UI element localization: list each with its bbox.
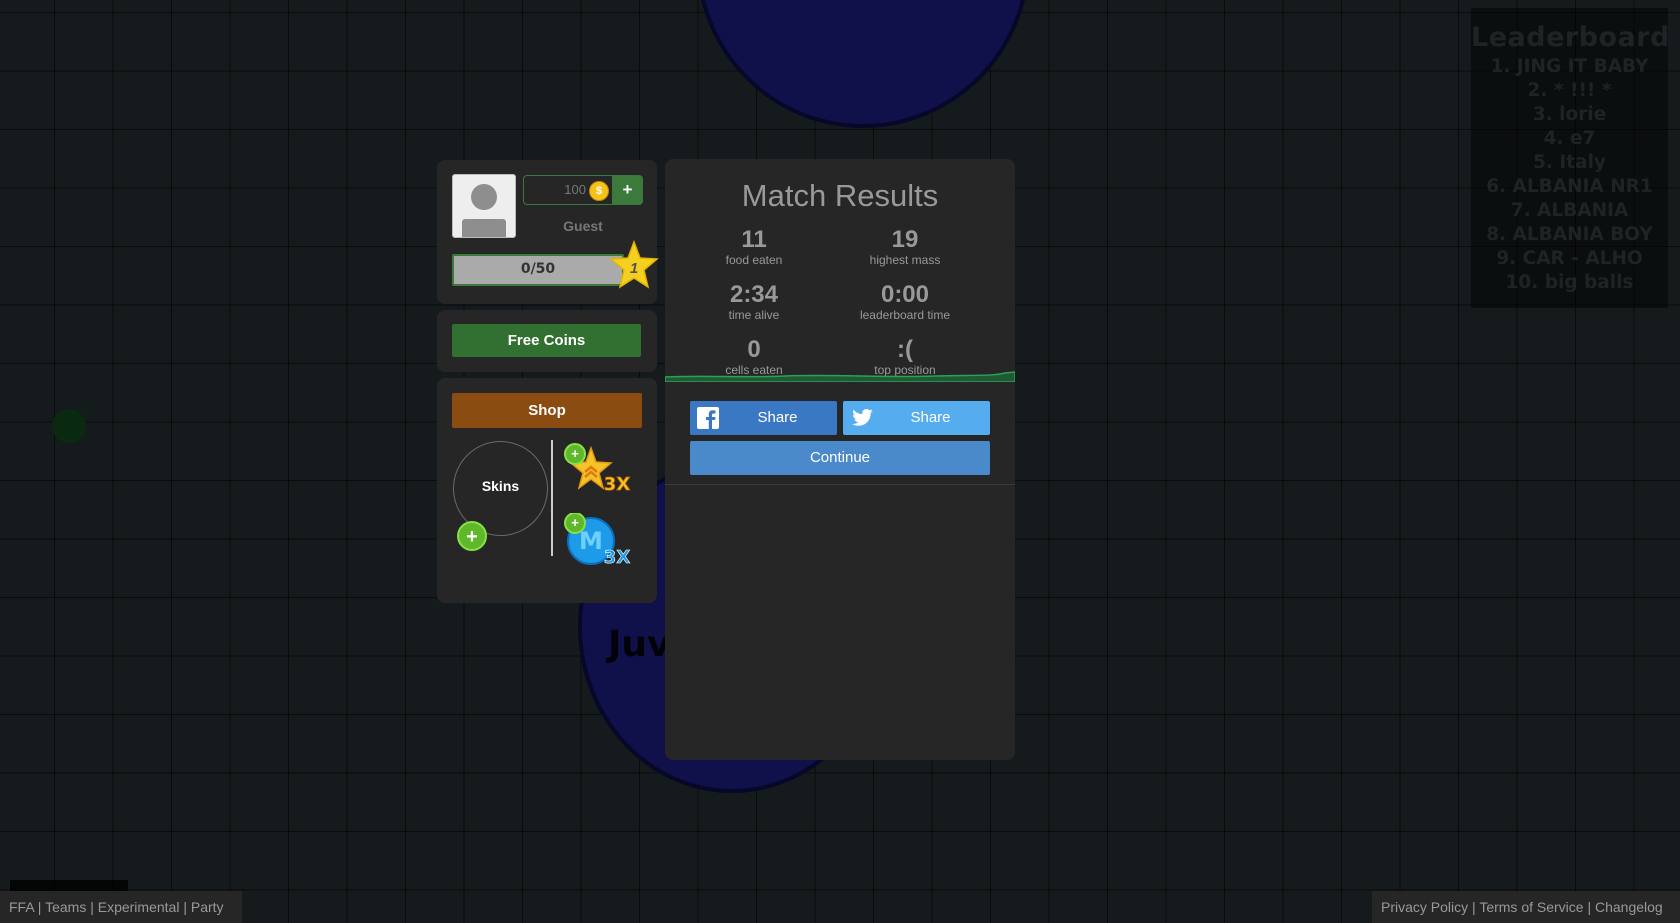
xp-boost-multiplier: 3X <box>604 474 631 495</box>
shop-panel: Shop Skins + + 3X M + 3X <box>437 378 657 603</box>
avatar[interactable] <box>452 174 516 238</box>
twitter-icon <box>852 409 873 426</box>
stat-value: 2:34 <box>729 281 779 308</box>
footer-separator: | <box>33 899 46 915</box>
leaderboard-entry: 1. JING IT BABY <box>1490 56 1649 77</box>
mass-boost-icon[interactable]: M + 3X <box>563 513 633 569</box>
leaderboard-entry: 7. ALBANIA <box>1510 200 1629 221</box>
leaderboard-entry: 10. big balls <box>1505 272 1634 293</box>
twitter-share-button[interactable]: Share <box>843 401 990 435</box>
link-ffa[interactable]: FFA <box>9 899 34 915</box>
coin-balance: 100 $ <box>523 175 613 205</box>
stat-highest-mass: 19 highest mass <box>830 226 980 268</box>
food-cell <box>52 409 86 443</box>
link-terms-of-service[interactable]: Terms of Service <box>1479 899 1583 915</box>
profile-panel: 100 $ + Guest 0/50 1 <box>437 160 659 304</box>
leaderboard-list: 1. JING IT BABY 2. * !!! * 3. lorie 4. e… <box>1471 55 1668 295</box>
player-name: Guest <box>563 218 603 234</box>
coin-icon: $ <box>589 181 609 201</box>
leaderboard-entry: 4. e7 <box>1543 128 1596 149</box>
leaderboard-entry: 8. ALBANIA BOY <box>1486 224 1653 245</box>
stat-food-eaten: 11 food eaten <box>679 226 829 268</box>
add-coins-button[interactable]: + <box>612 175 643 205</box>
footer-separator: | <box>1583 899 1595 915</box>
legal-links: Privacy Policy | Terms of Service | Chan… <box>1372 891 1680 923</box>
link-privacy-policy[interactable]: Privacy Policy <box>1381 899 1468 915</box>
facebook-icon <box>697 407 719 429</box>
add-skin-button[interactable]: + <box>457 521 487 551</box>
link-experimental[interactable]: Experimental <box>98 899 180 915</box>
xp-boost-icon[interactable]: + 3X <box>563 442 633 498</box>
twitter-share-label: Share <box>910 409 951 426</box>
svg-text:M: M <box>579 527 603 555</box>
game-mode-links: FFA | Teams | Experimental | Party <box>0 891 242 923</box>
match-results-title: Match Results <box>741 178 939 213</box>
footer-separator: | <box>179 899 191 915</box>
svg-text:+: + <box>571 446 579 461</box>
link-teams[interactable]: Teams <box>45 899 86 915</box>
enemy-cell-top <box>696 0 1030 128</box>
stat-value: :( <box>897 336 913 363</box>
continue-button[interactable]: Continue <box>690 441 990 475</box>
leaderboard-entry: 5. Italy <box>1533 152 1606 173</box>
facebook-share-button[interactable]: Share <box>690 401 837 435</box>
leaderboard: Leaderboard 1. JING IT BABY 2. * !!! * 3… <box>1471 8 1670 308</box>
coin-amount: 100 <box>564 182 586 197</box>
facebook-share-label: Share <box>757 409 798 426</box>
stat-label: time alive <box>728 308 780 322</box>
mass-history-graph <box>665 371 1015 382</box>
results-divider <box>665 484 1015 485</box>
free-coins-button[interactable]: Free Coins <box>452 324 641 357</box>
svg-text:+: + <box>571 515 579 530</box>
enemy-cell-name: Juv <box>608 624 671 665</box>
free-coins-panel: Free Coins <box>437 310 657 372</box>
shop-divider <box>551 440 553 556</box>
xp-progress-bar: 0/50 <box>452 254 624 286</box>
mass-boost-multiplier: 3X <box>604 547 631 568</box>
skins-label: Skins <box>481 478 520 494</box>
stat-label: leaderboard time <box>859 308 951 322</box>
xp-text: 0/50 <box>520 261 556 277</box>
stat-label: highest mass <box>869 253 941 267</box>
stat-value: 19 <box>891 226 919 253</box>
shop-button[interactable]: Shop <box>452 393 642 428</box>
stat-leaderboard-time: 0:00 leaderboard time <box>830 281 980 323</box>
leaderboard-entry: 3. lorie <box>1532 104 1607 125</box>
link-party[interactable]: Party <box>191 899 224 915</box>
avatar-body-shape <box>462 219 506 237</box>
stat-time-alive: 2:34 time alive <box>679 281 829 323</box>
level-number: 1 <box>629 260 639 277</box>
leaderboard-title: Leaderboard <box>1471 22 1670 53</box>
leaderboard-entry: 2. * !!! * <box>1527 80 1612 101</box>
link-changelog[interactable]: Changelog <box>1595 899 1663 915</box>
stat-value: 0 <box>747 336 761 363</box>
match-results-panel: Match Results 11 food eaten 19 highest m… <box>665 159 1015 760</box>
leaderboard-entry: 6. ALBANIA NR1 <box>1486 176 1653 197</box>
avatar-head-shape <box>471 184 497 210</box>
stat-value: 0:00 <box>880 281 930 308</box>
footer-separator: | <box>86 899 98 915</box>
stat-value: 11 <box>741 226 767 253</box>
leaderboard-entry: 9. CAR - ALHO <box>1496 248 1643 269</box>
footer-separator: | <box>1468 899 1480 915</box>
stat-label: food eaten <box>725 253 783 267</box>
